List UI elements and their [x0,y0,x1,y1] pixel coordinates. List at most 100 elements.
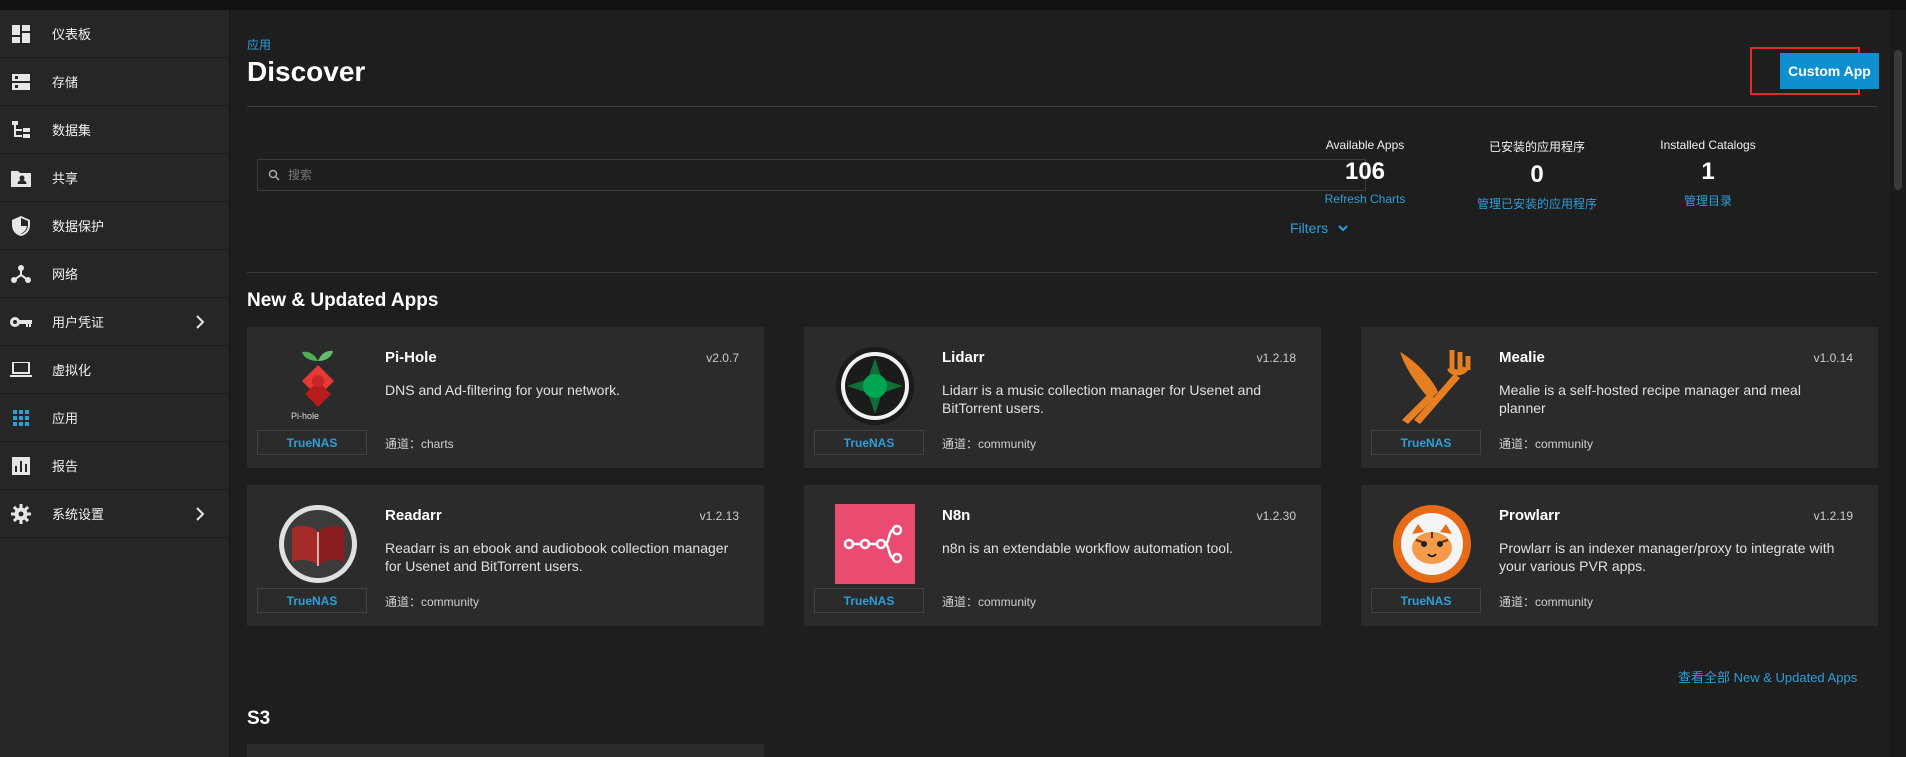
app-version: v1.0.14 [1813,351,1853,365]
refresh-charts-link[interactable]: Refresh Charts [1265,192,1465,206]
app-description: Prowlarr is an indexer manager/proxy to … [1499,540,1835,574]
app-name: Readarr [385,507,442,524]
sidebar-item-label: 仪表板 [52,27,92,42]
sidebar-item-storage[interactable]: 存储 [0,58,229,106]
app-name: Mealie [1499,349,1545,366]
sidebar-item-label: 应用 [52,411,79,426]
catalog-tag[interactable]: TrueNAS [257,588,367,613]
app-description: Mealie is a self-hosted recipe manager a… [1499,382,1801,416]
readarr-logo [277,503,359,585]
search-input[interactable] [288,168,1276,182]
sidebar-item-virtualization[interactable]: 虚拟化 [0,346,229,394]
sidebar-item-data-protection[interactable]: 数据保护 [0,202,229,250]
sidebar-item-apps[interactable]: 应用 [0,394,229,442]
network-icon [10,263,32,285]
stat-installed-catalogs: Installed Catalogs 1 管理目录 [1608,138,1808,209]
catalog-tag[interactable]: TrueNAS [814,588,924,613]
app-card-prowlarr[interactable]: TrueNAS Prowlarr v1.2.19 Prowlarr is an … [1361,485,1878,626]
chevron-right-icon [196,315,205,329]
chevron-down-icon [1338,225,1348,232]
sidebar-item-system-settings[interactable]: 系统设置 [0,490,229,538]
app-name: N8n [942,507,971,524]
dataset-icon [10,119,32,141]
sidebar-item-label: 用户凭证 [52,315,105,330]
section-title-s3: S3 [247,708,271,729]
main-content: 应用 Discover Custom App Filters Available… [230,10,1890,757]
sidebar-item-label: 数据保护 [52,219,105,234]
report-icon [10,455,32,477]
sidebar-item-label: 网络 [52,267,79,282]
app-card-readarr[interactable]: TrueNAS Readarr v1.2.13 Readarr is an eb… [247,485,764,626]
divider [247,272,1877,273]
share-icon [10,167,32,189]
manage-installed-apps-link[interactable]: 管理已安装的应用程序 [1437,195,1637,212]
app-train: 通道：community [1499,437,1594,451]
sidebar-item-shares[interactable]: 共享 [0,154,229,202]
app-card-n8n[interactable]: TrueNAS N8n v1.2.30 n8n is an extendable… [804,485,1321,626]
sidebar-item-label: 共享 [52,171,79,186]
app-train: 通道：charts [385,437,454,451]
app-train: 通道：community [942,595,1037,609]
app-version: v1.2.30 [1256,509,1296,523]
app-description: DNS and Ad-filtering for your network. [385,382,620,398]
app-card-lidarr[interactable]: TrueNAS Lidarr v1.2.18 Lidarr is a music… [804,327,1321,468]
app-card-s3[interactable] [247,744,764,757]
app-train: 通道：community [942,437,1037,451]
app-version: v1.2.18 [1256,351,1296,365]
key-icon [10,311,32,333]
stat-value: 0 [1530,161,1544,188]
sidebar-item-dashboard[interactable]: 仪表板 [0,10,229,58]
sidebar-item-label: 报告 [52,459,79,474]
mealie-logo [1391,345,1473,427]
stat-value: 1 [1701,158,1715,185]
sidebar-item-label: 存储 [52,75,79,90]
pihole-logo: Pi-hole [277,345,359,427]
app-name: Lidarr [942,349,985,366]
filters-label: Filters [1290,220,1329,236]
sidebar-item-datasets[interactable]: 数据集 [0,106,229,154]
lidarr-logo [834,345,916,427]
page-title: Discover [247,56,366,87]
catalog-tag[interactable]: TrueNAS [257,430,367,455]
custom-app-button[interactable]: Custom App [1780,53,1879,89]
app-card-mealie[interactable]: TrueNAS Mealie v1.0.14 Mealie is a self-… [1361,327,1878,468]
app-version: v1.2.19 [1813,509,1853,523]
sidebar-item-label: 虚拟化 [52,363,92,378]
app-description: Lidarr is a music collection manager for… [942,382,1262,416]
sidebar-item-label: 数据集 [52,123,92,138]
gear-icon [10,503,32,525]
scrollbar-thumb[interactable] [1894,50,1902,190]
stat-label: Available Apps [1325,138,1405,152]
catalog-tag[interactable]: TrueNAS [814,430,924,455]
manage-catalogs-link[interactable]: 管理目录 [1608,192,1808,209]
app-train: 通道：community [1499,595,1594,609]
stat-value: 106 [1344,158,1386,185]
chevron-right-icon [196,507,205,521]
dashboard-icon [10,23,32,45]
apps-icon [10,407,32,429]
catalog-tag[interactable]: TrueNAS [1371,588,1481,613]
sidebar-item-reports[interactable]: 报告 [0,442,229,490]
search-box[interactable] [257,159,1366,191]
search-icon [268,169,280,181]
section-title-new-updated: New & Updated Apps [247,290,439,311]
app-description: n8n is an extendable workflow automation… [942,540,1234,556]
filters-toggle[interactable]: Filters [1290,220,1350,236]
page-scrollbar[interactable] [1890,10,1906,757]
sidebar-item-credentials[interactable]: 用户凭证 [0,298,229,346]
view-all-new-updated-link[interactable]: 查看全部 New & Updated Apps [1678,667,1857,686]
app-name: Prowlarr [1499,507,1560,524]
shield-icon [10,215,32,237]
app-card-pihole[interactable]: Pi-hole TrueNAS Pi-Hole v2.0.7 DNS and A… [247,327,764,468]
catalog-tag[interactable]: TrueNAS [1371,430,1481,455]
stat-label: 已安装的应用程序 [1488,140,1585,154]
n8n-logo [834,503,916,585]
app-version: v1.2.13 [699,509,739,523]
laptop-icon [10,359,32,381]
sidebar-item-network[interactable]: 网络 [0,250,229,298]
app-train: 通道：community [385,595,480,609]
storage-icon [10,71,32,93]
app-name: Pi-Hole [385,349,437,366]
top-bar [0,0,1906,10]
breadcrumb[interactable]: 应用 [247,36,271,53]
